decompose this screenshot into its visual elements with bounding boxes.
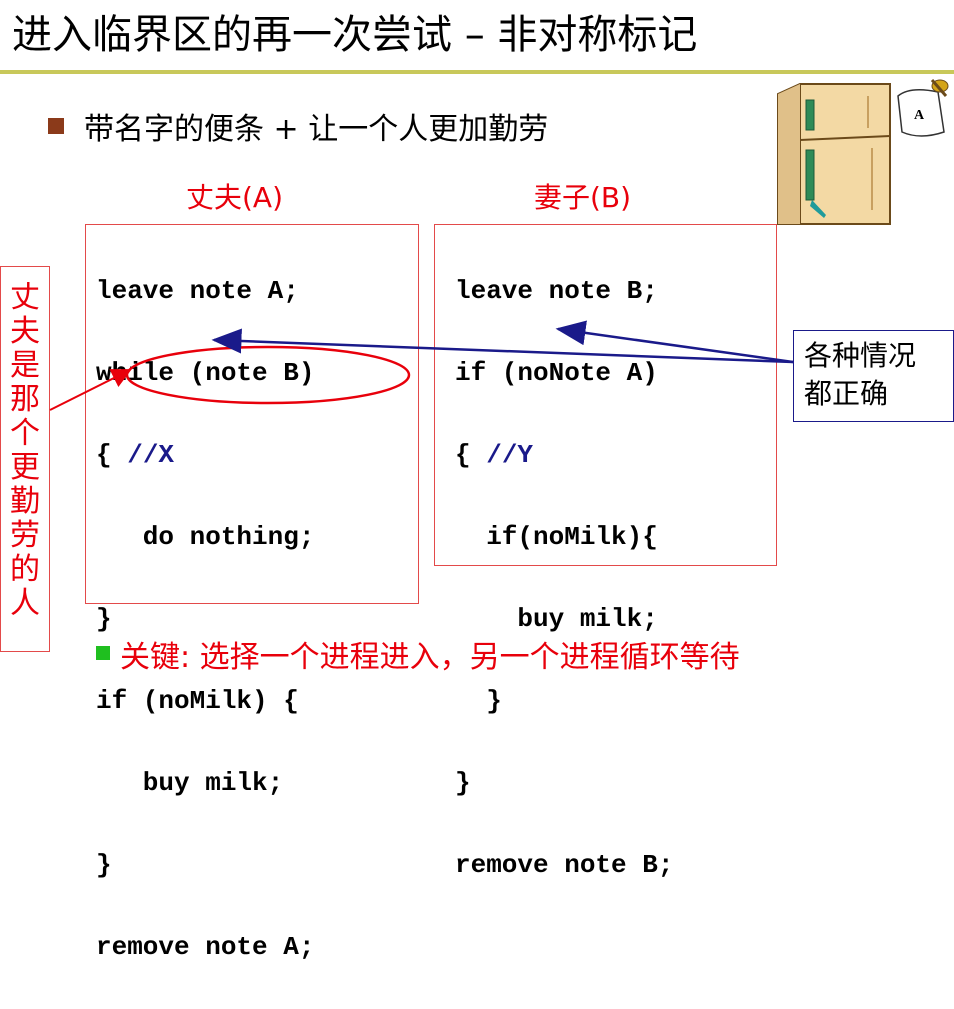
code-line: if(noMilk){ [455, 522, 658, 552]
wife-code: leave note B; if (noNote A) { //Y if(noM… [455, 230, 673, 927]
callout-text: 各种情况都正确 [804, 339, 917, 410]
side-label-box: 丈夫是那个更勤劳的人 [0, 266, 50, 652]
bottom-bullet-square [96, 646, 110, 660]
code-line: leave note B; [455, 276, 658, 306]
callout-box: 各种情况都正确 [793, 330, 954, 422]
main-bullet-text: 带名字的便条 + 让一个人更加勤劳 [84, 112, 549, 147]
bottom-bullet-text: 关键: 选择一个进程进入，另一个进程循环等待 [120, 640, 740, 675]
title-divider [0, 70, 954, 74]
code-line: } [455, 686, 502, 716]
husband-code: leave note A; while (note B) { //X do no… [96, 230, 314, 1009]
code-line-comment: { //Y [455, 440, 534, 470]
code-line: } [96, 850, 112, 880]
wife-label: 妻子(B) [534, 181, 632, 214]
code-line: while (note B) [96, 358, 315, 388]
fridge-icon [777, 83, 891, 225]
code-line: do nothing; [96, 522, 315, 552]
code-line: { //X [96, 435, 314, 476]
code-line-comment: { //X [96, 440, 175, 470]
code-line: buy milk; [96, 768, 284, 798]
code-line: remove note B; [455, 850, 674, 880]
fridge-note-letter: A [914, 108, 925, 123]
side-label-text: 丈夫是那个更勤劳的人 [10, 280, 40, 621]
code-line: if (noMilk) { [96, 686, 299, 716]
code-comment: //Y [486, 440, 534, 470]
husband-label: 丈夫(A) [186, 181, 284, 214]
code-line: if (noNote A) [455, 358, 658, 388]
code-line: remove note A; [96, 932, 315, 962]
code-line: } [455, 768, 471, 798]
bullet-square [48, 118, 64, 134]
code-line: { //Y [455, 435, 673, 476]
code-line: leave note A; [96, 276, 299, 306]
slide-title: 进入临界区的再一次尝试 – 非对称标记 [12, 12, 698, 58]
code-comment: //X [127, 440, 175, 470]
